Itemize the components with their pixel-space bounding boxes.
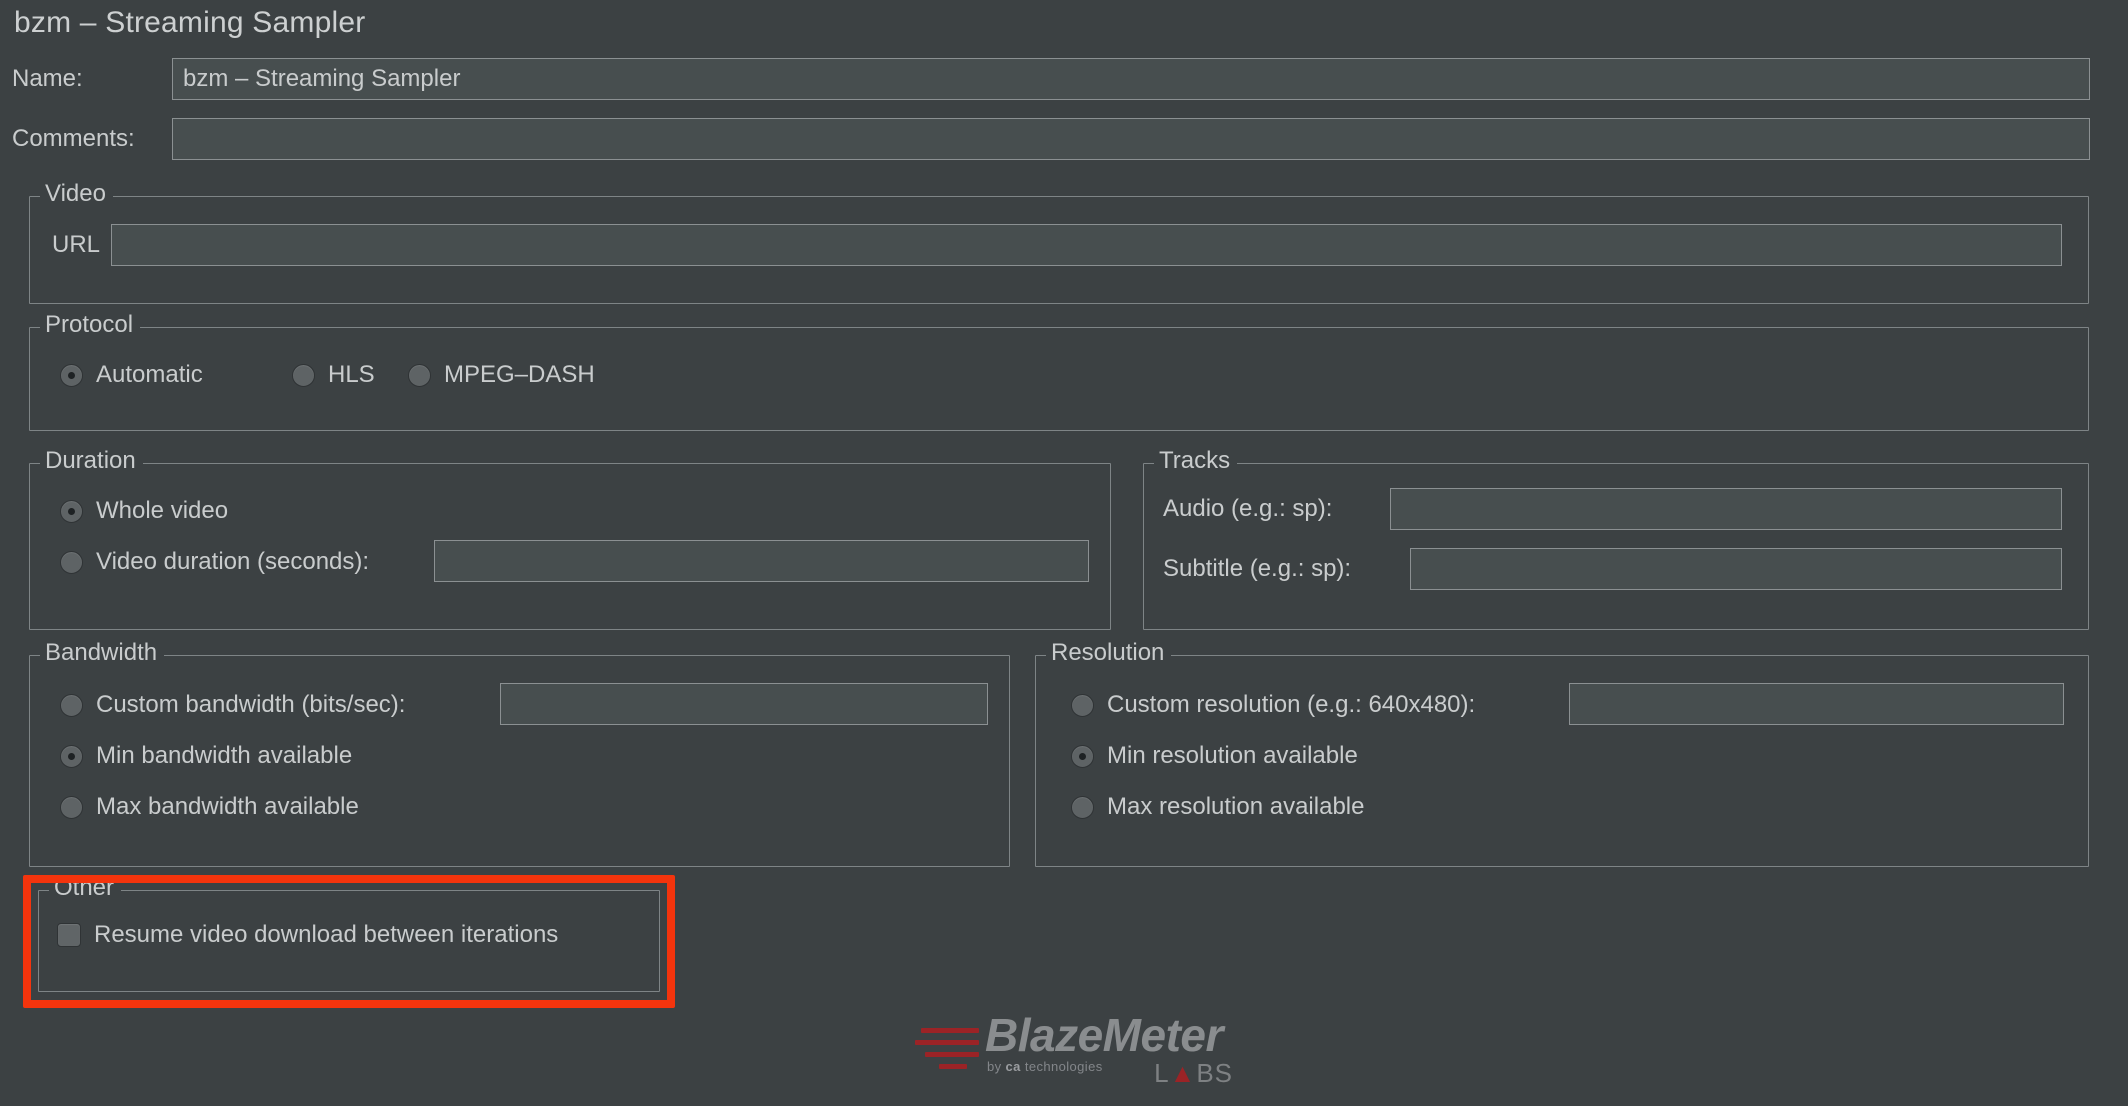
other-group: Other Resume video download between iter…: [38, 874, 660, 992]
duration-option-whole-video-label: Whole video: [96, 497, 229, 524]
radio-min-bandwidth-icon[interactable]: [60, 744, 83, 768]
audio-track-input[interactable]: [1390, 488, 2062, 530]
logo-wordmark: BlazeMeter: [985, 1009, 1223, 1061]
resolution-option-custom-label: Custom resolution (e.g.: 640x480):: [1107, 691, 1476, 718]
duration-option-video-duration[interactable]: Video duration (seconds):: [60, 548, 369, 576]
resolution-option-max-label: Max resolution available: [1107, 793, 1365, 820]
duration-option-video-duration-label: Video duration (seconds):: [96, 548, 370, 575]
resolution-option-min-label: Min resolution available: [1107, 742, 1358, 769]
name-label: Name:: [12, 65, 83, 92]
page-title: bzm – Streaming Sampler: [14, 6, 366, 39]
radio-custom-bandwidth-icon[interactable]: [60, 693, 83, 717]
protocol-option-mpeg-dash-label: MPEG–DASH: [444, 361, 595, 388]
url-input[interactable]: [111, 224, 2062, 266]
speed-lines-icon: [915, 1022, 987, 1069]
logo-byline-brand: ca: [1005, 1059, 1021, 1074]
logo-byline: by ca technologies: [987, 1059, 1103, 1074]
other-group-legend: Other: [49, 874, 122, 902]
resume-video-download-label: Resume video download between iterations: [94, 921, 559, 948]
subtitle-track-label: Subtitle (e.g.: sp):: [1163, 555, 1352, 582]
radio-mpeg-dash-icon[interactable]: [408, 363, 431, 387]
subtitle-track-input[interactable]: [1410, 548, 2062, 590]
protocol-option-hls-label: HLS: [328, 361, 375, 388]
logo-byline-prefix: by: [987, 1059, 1002, 1074]
resolution-group-legend: Resolution: [1046, 639, 1172, 667]
protocol-option-hls[interactable]: HLS: [292, 361, 375, 389]
bandwidth-option-max-label: Max bandwidth available: [96, 793, 359, 820]
bandwidth-option-min-label: Min bandwidth available: [96, 742, 353, 769]
audio-track-label: Audio (e.g.: sp):: [1163, 495, 1333, 522]
protocol-option-mpeg-dash[interactable]: MPEG–DASH: [408, 361, 595, 389]
protocol-option-automatic-label: Automatic: [96, 361, 203, 388]
name-input[interactable]: bzm – Streaming Sampler: [172, 58, 2090, 100]
resolution-option-custom[interactable]: Custom resolution (e.g.: 640x480):: [1071, 691, 1475, 719]
radio-video-duration-icon[interactable]: [60, 550, 83, 574]
protocol-group-legend: Protocol: [40, 311, 141, 339]
duration-group-legend: Duration: [40, 447, 143, 475]
name-row: Name: bzm – Streaming Sampler: [0, 58, 2090, 100]
comments-label: Comments:: [12, 125, 135, 152]
custom-bandwidth-input[interactable]: [500, 683, 988, 725]
radio-max-resolution-icon[interactable]: [1071, 795, 1094, 819]
radio-max-bandwidth-icon[interactable]: [60, 795, 83, 819]
resolution-option-min[interactable]: Min resolution available: [1071, 742, 1358, 770]
resolution-option-max[interactable]: Max resolution available: [1071, 793, 1364, 821]
bandwidth-group-legend: Bandwidth: [40, 639, 165, 667]
resume-video-download-checkbox[interactable]: [57, 923, 81, 947]
resume-video-download-checkbox-row[interactable]: Resume video download between iterations: [57, 921, 558, 949]
tracks-group-legend: Tracks: [1154, 447, 1238, 475]
duration-option-whole-video[interactable]: Whole video: [60, 497, 228, 525]
logo-byline-suffix: technologies: [1024, 1059, 1103, 1074]
bandwidth-option-min[interactable]: Min bandwidth available: [60, 742, 352, 770]
comments-input[interactable]: [172, 118, 2090, 160]
video-group: Video URL: [29, 180, 2089, 304]
radio-min-resolution-icon[interactable]: [1071, 744, 1094, 768]
comments-row: Comments:: [0, 118, 2090, 160]
bandwidth-group: Bandwidth Custom bandwidth (bits/sec): M…: [29, 639, 1010, 867]
video-duration-input[interactable]: [434, 540, 1089, 582]
radio-custom-resolution-icon[interactable]: [1071, 693, 1094, 717]
video-group-legend: Video: [40, 180, 113, 208]
resolution-group: Resolution Custom resolution (e.g.: 640x…: [1035, 639, 2089, 867]
custom-resolution-input[interactable]: [1569, 683, 2064, 725]
bandwidth-option-custom-label: Custom bandwidth (bits/sec):: [96, 691, 406, 718]
radio-whole-video-icon[interactable]: [60, 499, 83, 523]
radio-hls-icon[interactable]: [292, 363, 315, 387]
logo-labs: L▲BS: [1154, 1058, 1233, 1088]
protocol-group: Protocol Automatic HLS MPEG–DASH: [29, 311, 2089, 431]
bandwidth-option-custom[interactable]: Custom bandwidth (bits/sec):: [60, 691, 405, 719]
bandwidth-option-max[interactable]: Max bandwidth available: [60, 793, 359, 821]
blazemeter-logo: BlazeMeter by ca technologies L▲BS: [915, 1009, 1232, 1088]
tracks-group: Tracks Audio (e.g.: sp): Subtitle (e.g.:…: [1143, 447, 2089, 630]
url-label: URL: [52, 231, 101, 258]
duration-group: Duration Whole video Video duration (sec…: [29, 447, 1111, 630]
radio-automatic-icon[interactable]: [60, 363, 83, 387]
protocol-option-automatic[interactable]: Automatic: [60, 361, 203, 389]
